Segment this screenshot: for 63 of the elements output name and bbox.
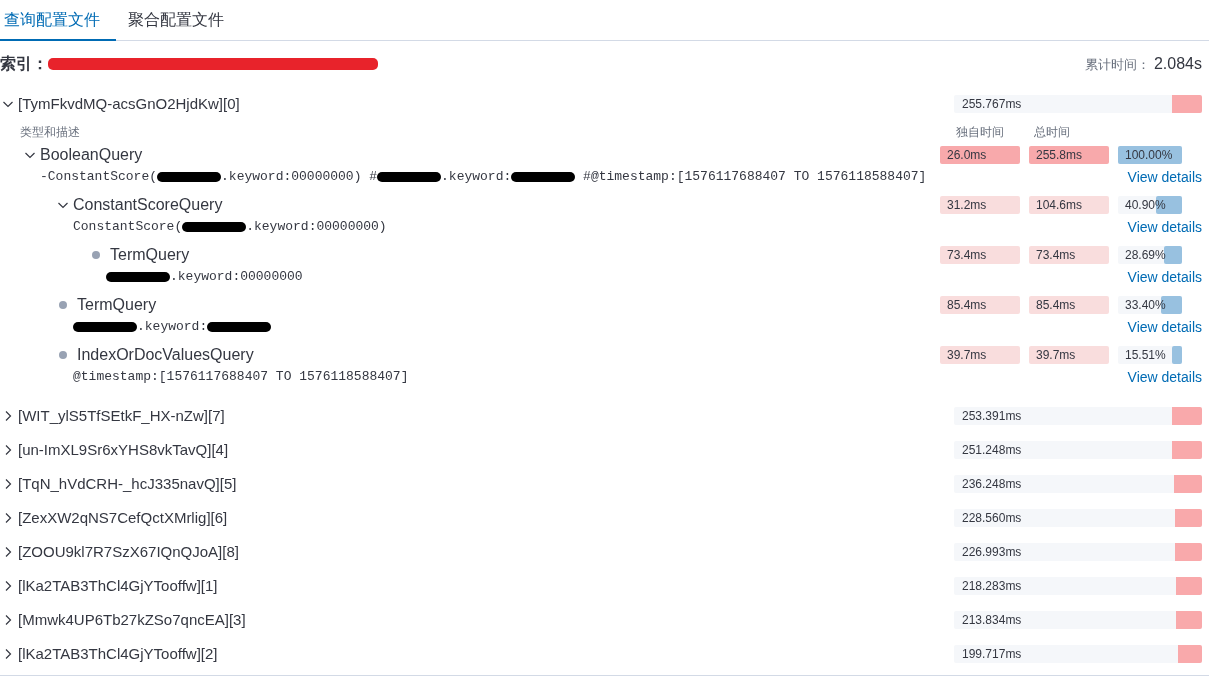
shard-toggle[interactable]: [ZOOU9kl7R7SzX67IQnQJoA][8]: [0, 540, 239, 564]
index-label: 索引：: [0, 54, 48, 74]
time-text: 199.717ms: [962, 647, 1022, 661]
time-text: 255.767ms: [962, 97, 1022, 111]
description-text: .keyword:: [137, 319, 208, 334]
time-text: 226.993ms: [962, 545, 1022, 559]
shard-toggle[interactable]: [lKa2TAB3ThCl4GjYTooffw][1]: [0, 574, 218, 598]
description-text: .keyword:00000000): [246, 219, 387, 234]
time-badge: 85.4ms: [940, 296, 1020, 314]
time-badge: 85.4ms: [1029, 296, 1109, 314]
shard-toggle[interactable]: [WIT_ylS5TfSEtkF_HX-nZw][7]: [0, 404, 225, 428]
description-text: #@timestamp:[1576117688407 TO 1576118588407]: [582, 169, 927, 184]
query-type: IndexOrDocValuesQuery: [77, 345, 254, 365]
column-header: 独自时间: [955, 124, 1005, 141]
cumulative-time-value: 2.084s: [1153, 54, 1202, 74]
percentage-text: 15.51%: [1125, 348, 1166, 362]
query-type: TermQuery: [110, 245, 190, 265]
tab[interactable]: 查询配置文件: [0, 0, 116, 41]
time-badge: 104.6ms: [1029, 196, 1109, 214]
time-badge: 73.4ms: [940, 246, 1020, 264]
description-text: .keyword:00000000: [170, 269, 303, 284]
description-text: .keyword:: [441, 169, 512, 184]
shard-toggle[interactable]: [TymFkvdMQ-acsGnO2HjdKw][0]: [0, 92, 240, 116]
time-badge: 39.7ms: [940, 346, 1020, 364]
view-details-link[interactable]: View details: [1127, 167, 1202, 187]
bullet-icon: [92, 251, 100, 259]
time-text: 228.560ms: [962, 511, 1022, 525]
time-badge: 73.4ms: [1029, 246, 1109, 264]
shard-toggle[interactable]: [ZexXW2qNS7CefQctXMrlig][6]: [0, 506, 228, 530]
bullet-icon: [59, 351, 67, 359]
percentage-text: 33.40%: [1125, 298, 1166, 312]
shard-toggle[interactable]: [un-ImXL9Sr6xYHS8vkTavQ][4]: [0, 438, 229, 462]
time-badge: 31.2ms: [940, 196, 1020, 214]
query-toggle[interactable]: ConstantScoreQuery: [55, 193, 223, 217]
column-header: 总时间: [1034, 124, 1071, 141]
time-text: 251.248ms: [962, 443, 1022, 457]
tab[interactable]: 聚合配置文件: [116, 0, 240, 41]
percentage-text: 100.00%: [1125, 148, 1173, 162]
column-header: 类型和描述: [19, 124, 81, 141]
time-badge: 26.0ms: [940, 146, 1020, 164]
description-text: .keyword:00000000) #: [221, 169, 378, 184]
shard-toggle[interactable]: [lKa2TAB3ThCl4GjYTooffw][2]: [0, 642, 218, 666]
shard-toggle[interactable]: [TqN_hVdCRH-_hcJ335navQ][5]: [0, 472, 237, 496]
query-toggle[interactable]: BooleanQuery: [22, 143, 143, 167]
percentage-text: 40.90%: [1125, 198, 1166, 212]
time-text: 236.248ms: [962, 477, 1022, 491]
time-text: 218.283ms: [962, 579, 1022, 593]
view-details-link[interactable]: View details: [1127, 267, 1202, 287]
description-text: @timestamp:[1576117688407 TO 1576118588407]: [73, 369, 409, 384]
percentage-text: 28.69%: [1125, 248, 1166, 262]
description-text: ConstantScore(: [73, 219, 183, 234]
time-badge: 39.7ms: [1029, 346, 1109, 364]
query-type: TermQuery: [77, 295, 157, 315]
view-details-link[interactable]: View details: [1127, 317, 1202, 337]
time-text: 253.391ms: [962, 409, 1022, 423]
cumulative-time-label: 累计时间：: [1084, 56, 1150, 74]
bullet-icon: [59, 301, 67, 309]
time-badge: 255.8ms: [1029, 146, 1109, 164]
shard-toggle[interactable]: [Mmwk4UP6Tb27kZSo7qncEA][3]: [0, 608, 246, 632]
time-text: 213.834ms: [962, 613, 1022, 627]
description-text: -ConstantScore(: [40, 169, 158, 184]
view-details-link[interactable]: View details: [1127, 217, 1202, 237]
view-details-link[interactable]: View details: [1127, 367, 1202, 387]
